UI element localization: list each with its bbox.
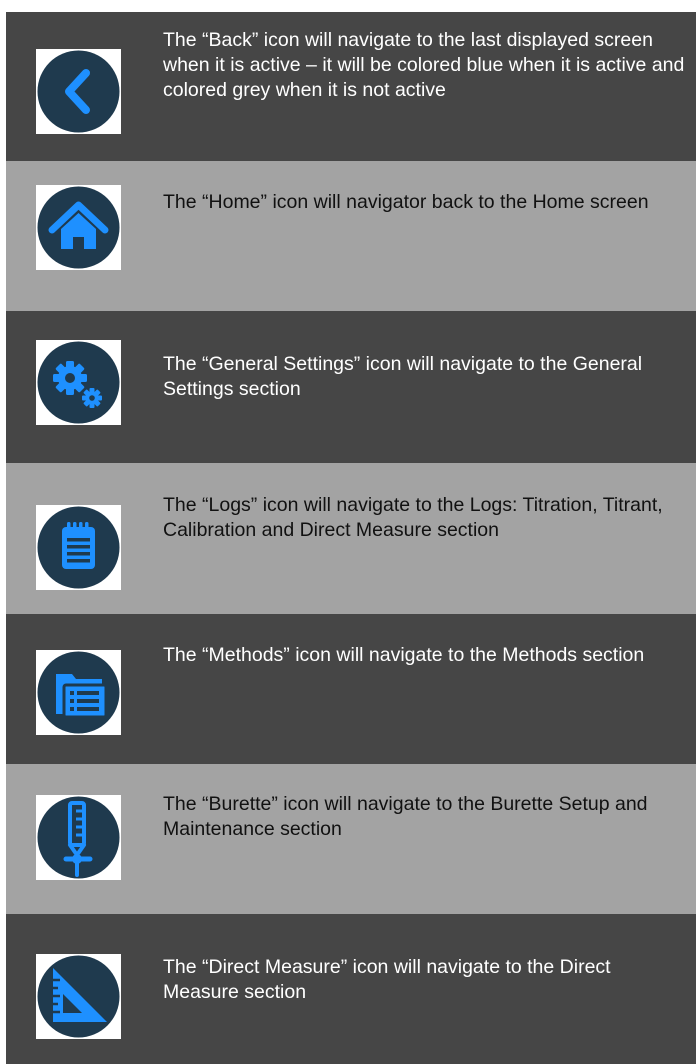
table-row: The “Home” icon will navigator back to t… bbox=[6, 161, 696, 311]
table-row: The “Burette” icon will navigate to the … bbox=[6, 764, 696, 914]
row-description: The “Back” icon will navigate to the las… bbox=[163, 29, 685, 101]
row-description: The “Direct Measure” icon will navigate … bbox=[163, 956, 611, 1003]
burette-icon bbox=[36, 795, 121, 880]
row-description: The “General Settings” icon will navigat… bbox=[163, 353, 643, 400]
logs-icon bbox=[36, 505, 121, 590]
row-description: The “Burette” icon will navigate to the … bbox=[163, 793, 648, 840]
methods-icon bbox=[36, 650, 121, 735]
home-icon bbox=[36, 185, 121, 270]
direct-measure-icon bbox=[36, 954, 121, 1039]
row-description: The “Logs” icon will navigate to the Log… bbox=[163, 494, 663, 541]
table-row: The “Logs” icon will navigate to the Log… bbox=[6, 463, 696, 614]
row-description: The “Methods” icon will navigate to the … bbox=[163, 644, 645, 666]
table-row: The “Direct Measure” icon will navigate … bbox=[6, 914, 696, 1064]
table-row: The “Methods” icon will navigate to the … bbox=[6, 614, 696, 764]
table-row: The “Back” icon will navigate to the las… bbox=[6, 12, 696, 161]
row-description: The “Home” icon will navigator back to t… bbox=[163, 191, 649, 213]
table-row: The “General Settings” icon will navigat… bbox=[6, 311, 696, 463]
gear-icon bbox=[36, 340, 121, 425]
icon-legend-table: The “Back” icon will navigate to the las… bbox=[6, 12, 696, 1064]
back-icon bbox=[36, 49, 121, 134]
